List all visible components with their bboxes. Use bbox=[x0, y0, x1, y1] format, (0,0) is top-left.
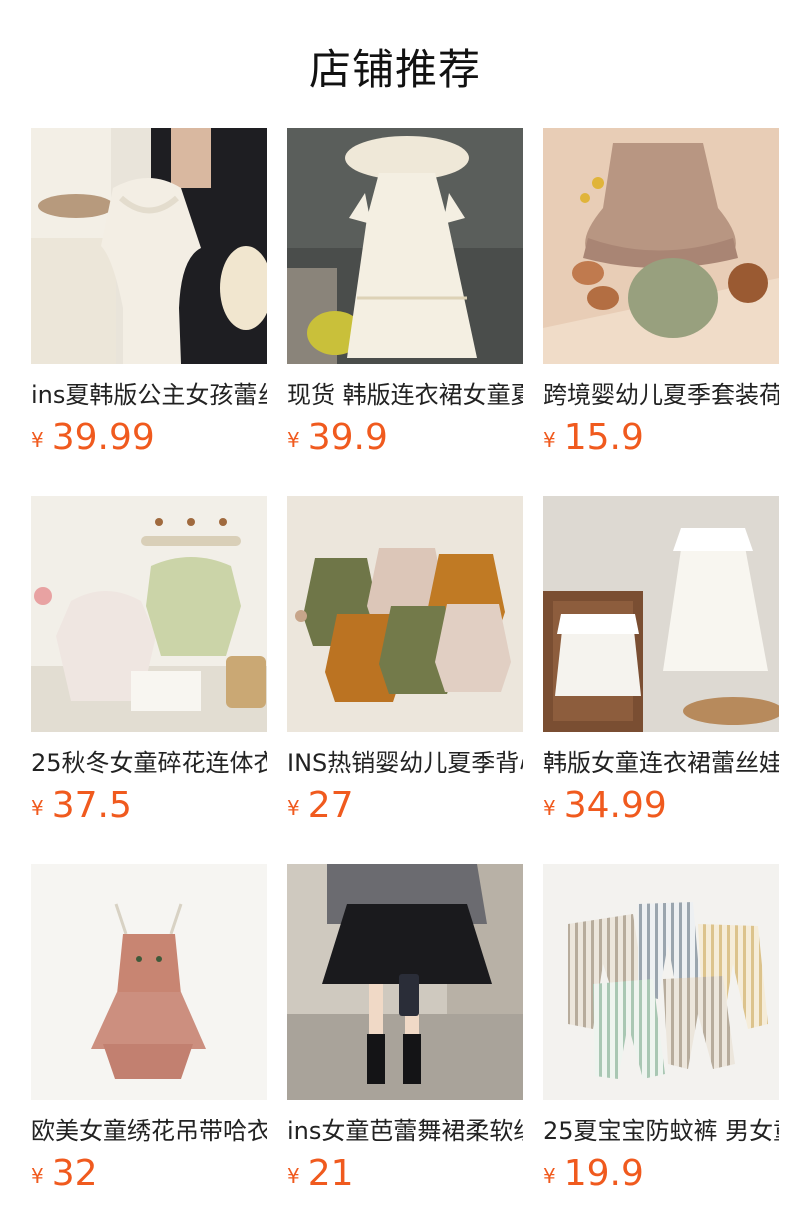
currency-symbol: ¥ bbox=[543, 796, 556, 820]
currency-symbol: ¥ bbox=[543, 1164, 556, 1188]
product-price: ¥39.9 bbox=[287, 412, 388, 464]
price-value: 32 bbox=[51, 1153, 98, 1194]
product-card[interactable]: 25秋冬女童碎花连体衣 ¥37.5 bbox=[31, 496, 267, 836]
product-grid: ins夏韩版公主女孩蕾丝连衣裙 ¥39.99 现货 韩版连衣裙女童夏季新款 ¥3… bbox=[31, 128, 779, 1232]
product-card[interactable]: ins夏韩版公主女孩蕾丝连衣裙 ¥39.99 bbox=[31, 128, 267, 468]
price-value: 27 bbox=[307, 785, 354, 826]
product-price: ¥27 bbox=[287, 780, 354, 832]
product-image[interactable] bbox=[31, 864, 267, 1100]
currency-symbol: ¥ bbox=[31, 428, 44, 452]
product-image[interactable] bbox=[31, 128, 267, 364]
product-card[interactable]: ins女童芭蕾舞裙柔软纱裙 ¥21 bbox=[287, 864, 523, 1204]
product-title[interactable]: 韩版女童连衣裙蕾丝娃娃领 bbox=[543, 746, 779, 780]
product-title[interactable]: INS热销婴幼儿夏季背心连体衣 bbox=[287, 746, 523, 780]
product-price: ¥19.9 bbox=[543, 1148, 644, 1200]
product-image[interactable] bbox=[543, 496, 779, 732]
product-image[interactable] bbox=[287, 496, 523, 732]
product-price: ¥39.99 bbox=[31, 412, 155, 464]
product-card[interactable]: 跨境婴幼儿夏季套装荷叶边 ¥15.9 bbox=[543, 128, 779, 468]
product-image[interactable] bbox=[31, 496, 267, 732]
currency-symbol: ¥ bbox=[287, 428, 300, 452]
currency-symbol: ¥ bbox=[543, 428, 556, 452]
currency-symbol: ¥ bbox=[31, 1164, 44, 1188]
price-value: 39.9 bbox=[307, 417, 388, 458]
price-value: 39.99 bbox=[51, 417, 155, 458]
product-image[interactable] bbox=[543, 128, 779, 364]
product-card[interactable]: 25夏宝宝防蚊裤 男女童 ¥19.9 bbox=[543, 864, 779, 1204]
product-price: ¥37.5 bbox=[31, 780, 132, 832]
product-title[interactable]: 25夏宝宝防蚊裤 男女童 bbox=[543, 1114, 779, 1148]
price-value: 21 bbox=[307, 1153, 354, 1194]
currency-symbol: ¥ bbox=[287, 796, 300, 820]
product-image[interactable] bbox=[287, 864, 523, 1100]
price-value: 19.9 bbox=[563, 1153, 644, 1194]
product-title[interactable]: ins夏韩版公主女孩蕾丝连衣裙 bbox=[31, 378, 267, 412]
product-title[interactable]: 现货 韩版连衣裙女童夏季新款 bbox=[287, 378, 523, 412]
product-price: ¥15.9 bbox=[543, 412, 644, 464]
product-price: ¥21 bbox=[287, 1148, 354, 1200]
price-value: 37.5 bbox=[51, 785, 132, 826]
product-image[interactable] bbox=[543, 864, 779, 1100]
product-title[interactable]: ins女童芭蕾舞裙柔软纱裙 bbox=[287, 1114, 523, 1148]
page-title: 店铺推荐 bbox=[308, 45, 481, 94]
product-title[interactable]: 跨境婴幼儿夏季套装荷叶边 bbox=[543, 378, 779, 412]
product-card[interactable]: 现货 韩版连衣裙女童夏季新款 ¥39.9 bbox=[287, 128, 523, 468]
price-value: 34.99 bbox=[563, 785, 667, 826]
price-value: 15.9 bbox=[563, 417, 644, 458]
currency-symbol: ¥ bbox=[287, 1164, 300, 1188]
product-price: ¥34.99 bbox=[543, 780, 667, 832]
product-card[interactable]: 欧美女童绣花吊带哈衣 ¥32 bbox=[31, 864, 267, 1204]
product-title[interactable]: 25秋冬女童碎花连体衣 bbox=[31, 746, 267, 780]
currency-symbol: ¥ bbox=[31, 796, 44, 820]
product-card[interactable]: 韩版女童连衣裙蕾丝娃娃领 ¥34.99 bbox=[543, 496, 779, 836]
product-card[interactable]: INS热销婴幼儿夏季背心连体衣 ¥27 bbox=[287, 496, 523, 836]
product-image[interactable] bbox=[287, 128, 523, 364]
product-price: ¥32 bbox=[31, 1148, 98, 1200]
product-title[interactable]: 欧美女童绣花吊带哈衣 bbox=[31, 1114, 267, 1148]
